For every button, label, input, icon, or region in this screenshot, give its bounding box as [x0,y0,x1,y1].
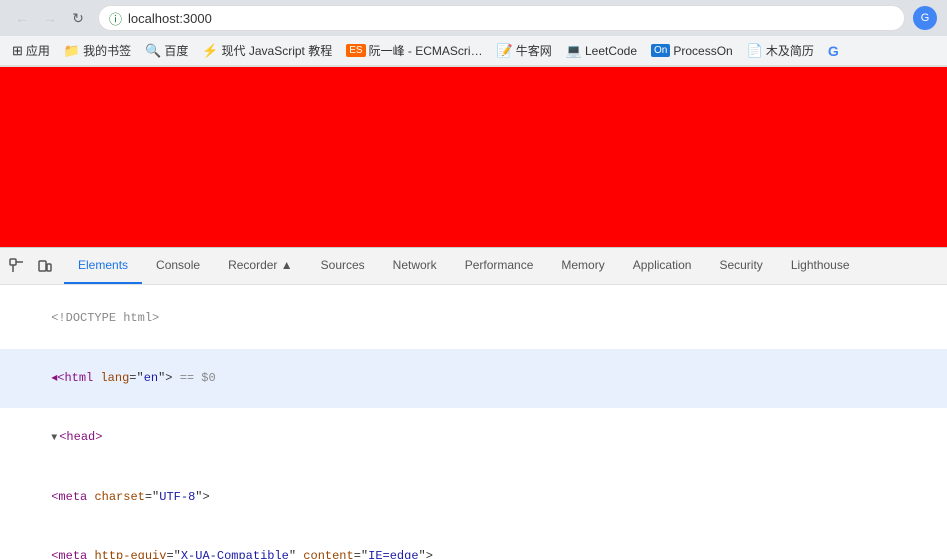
bookmark-mymarks-label: 我的书签 [83,42,131,59]
bookmark-google[interactable]: G [822,41,845,61]
processon-icon: On [651,44,670,57]
tab-console[interactable]: Console [142,248,214,284]
bookmark-niuke[interactable]: 📝 牛客网 [491,40,558,61]
bookmark-processon-label: ProcessOn [673,44,732,58]
devtools-tabs: Elements Console Recorder ▲ Sources Netw… [64,248,943,284]
bookmark-leetcode-label: LeetCode [585,44,637,58]
bookmark-ecma-label: 阮一峰 - ECMAScri… [369,42,483,59]
tab-elements[interactable]: Elements [64,248,142,284]
device-toolbar-button[interactable] [32,253,58,279]
bookmark-apps-label: 应用 [26,42,50,59]
bookmark-jianli-label: 木及简历 [766,42,814,59]
back-button[interactable]: ← [10,6,34,30]
bookmark-ecma[interactable]: ES 阮一峰 - ECMAScri… [340,40,488,61]
bookmark-processon[interactable]: On ProcessOn [645,42,739,60]
bookmark-baidu-label: 百度 [164,42,188,59]
bookmark-mymarks[interactable]: 📁 我的书签 [58,40,137,61]
device-icon [37,258,53,274]
bookmark-jianli[interactable]: 📄 木及简历 [741,40,820,61]
tab-performance[interactable]: Performance [451,248,548,284]
webpage-content [0,67,947,247]
tab-lighthouse[interactable]: Lighthouse [777,248,864,284]
cursor-icon [9,258,25,274]
devtools-panel: Elements Console Recorder ▲ Sources Netw… [0,247,947,559]
meta-compat-line: <meta http-equiv="X-UA-Compatible" conte… [0,527,947,559]
nav-buttons: ← → ↻ [10,6,90,30]
bookmarks-bar: ⊞ 应用 📁 我的书签 🔍 百度 ⚡ 现代 JavaScript 教程 ES 阮… [0,36,947,66]
devtools-content: <!DOCTYPE html> ◂<html lang="en"> == $0 … [0,285,947,559]
js-icon: ⚡ [202,43,218,59]
bookmark-modern-js-label: 现代 JavaScript 教程 [222,42,333,59]
forward-button[interactable]: → [38,6,62,30]
tab-network[interactable]: Network [379,248,451,284]
bookmark-modern-js[interactable]: ⚡ 现代 JavaScript 教程 [196,40,338,61]
tab-sources[interactable]: Sources [307,248,379,284]
leetcode-icon: 💻 [566,43,582,59]
folder-icon: 📁 [64,43,80,59]
address-bar[interactable]: ⓘ localhost:3000 [98,5,905,31]
doctype-line: <!DOCTYPE html> [0,289,947,349]
inspect-element-button[interactable] [4,253,30,279]
bookmark-apps[interactable]: ⊞ 应用 [6,40,56,61]
url-text: localhost:3000 [128,11,212,26]
tab-application[interactable]: Application [619,248,706,284]
jianli-icon: 📄 [747,43,763,59]
devtools-icons [4,253,58,279]
lock-icon: ⓘ [109,9,122,28]
bookmark-leetcode[interactable]: 💻 LeetCode [560,41,643,61]
browser-titlebar: ← → ↻ ⓘ localhost:3000 G [0,0,947,36]
tab-memory[interactable]: Memory [547,248,618,284]
tab-security[interactable]: Security [705,248,776,284]
tab-recorder[interactable]: Recorder ▲ [214,248,307,284]
html-tag-line[interactable]: ◂<html lang="en"> == $0 [0,349,947,409]
niuke-icon: 📝 [497,43,513,59]
profile-button[interactable]: G [913,6,937,30]
devtools-toolbar: Elements Console Recorder ▲ Sources Netw… [0,248,947,285]
bookmark-niuke-label: 牛客网 [516,42,552,59]
apps-icon: ⊞ [12,43,23,59]
meta-charset-line: <meta charset="UTF-8"> [0,468,947,528]
ecma-icon: ES [346,44,365,57]
bookmark-baidu[interactable]: 🔍 百度 [139,40,194,61]
google-icon: G [828,43,839,59]
reload-button[interactable]: ↻ [66,6,90,30]
head-open-line[interactable]: ▼<head> [0,408,947,468]
baidu-icon: 🔍 [145,43,161,59]
